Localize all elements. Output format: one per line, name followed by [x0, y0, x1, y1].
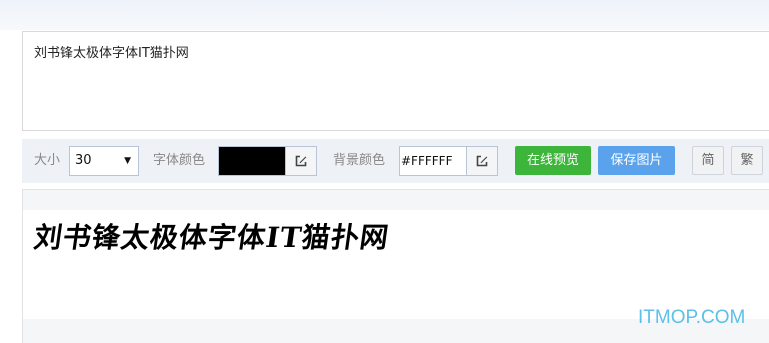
preview-button[interactable]: 在线预览 — [515, 146, 591, 175]
size-label: 大小 — [34, 153, 61, 168]
edit-icon — [295, 155, 307, 167]
watermark: ITMOP.COM — [638, 307, 746, 328]
toolbar: 大小 30 ▼ 字体颜色 背景颜色 #FFFFFF 在线预览 保存图片 简 繁 — [22, 139, 769, 183]
font-color-pick-button[interactable] — [285, 147, 316, 175]
text-input[interactable]: 刘书锋太极体字体IT猫扑网 — [22, 31, 769, 131]
edit-icon — [476, 155, 488, 167]
simplified-button[interactable]: 简 — [692, 146, 724, 175]
traditional-button[interactable]: 繁 — [731, 146, 763, 175]
font-color-swatch — [219, 147, 286, 175]
font-color-picker[interactable] — [218, 146, 317, 176]
save-image-button[interactable]: 保存图片 — [598, 146, 675, 175]
preview-top-band — [23, 190, 769, 210]
size-select[interactable]: 30 ▼ — [69, 146, 139, 176]
bg-color-label: 背景颜色 — [333, 153, 386, 168]
top-band — [0, 0, 769, 30]
size-value: 30 — [75, 153, 92, 168]
bg-color-picker[interactable]: #FFFFFF — [399, 146, 498, 176]
text-input-value: 刘书锋太极体字体IT猫扑网 — [34, 46, 189, 61]
dropdown-arrow-icon: ▼ — [124, 156, 131, 166]
bg-color-pick-button[interactable] — [466, 147, 497, 175]
font-color-label: 字体颜色 — [153, 153, 206, 168]
preview-text: 刘书锋太极体字体IT猫扑网 — [31, 221, 392, 254]
bg-color-value[interactable]: #FFFFFF — [400, 147, 468, 175]
